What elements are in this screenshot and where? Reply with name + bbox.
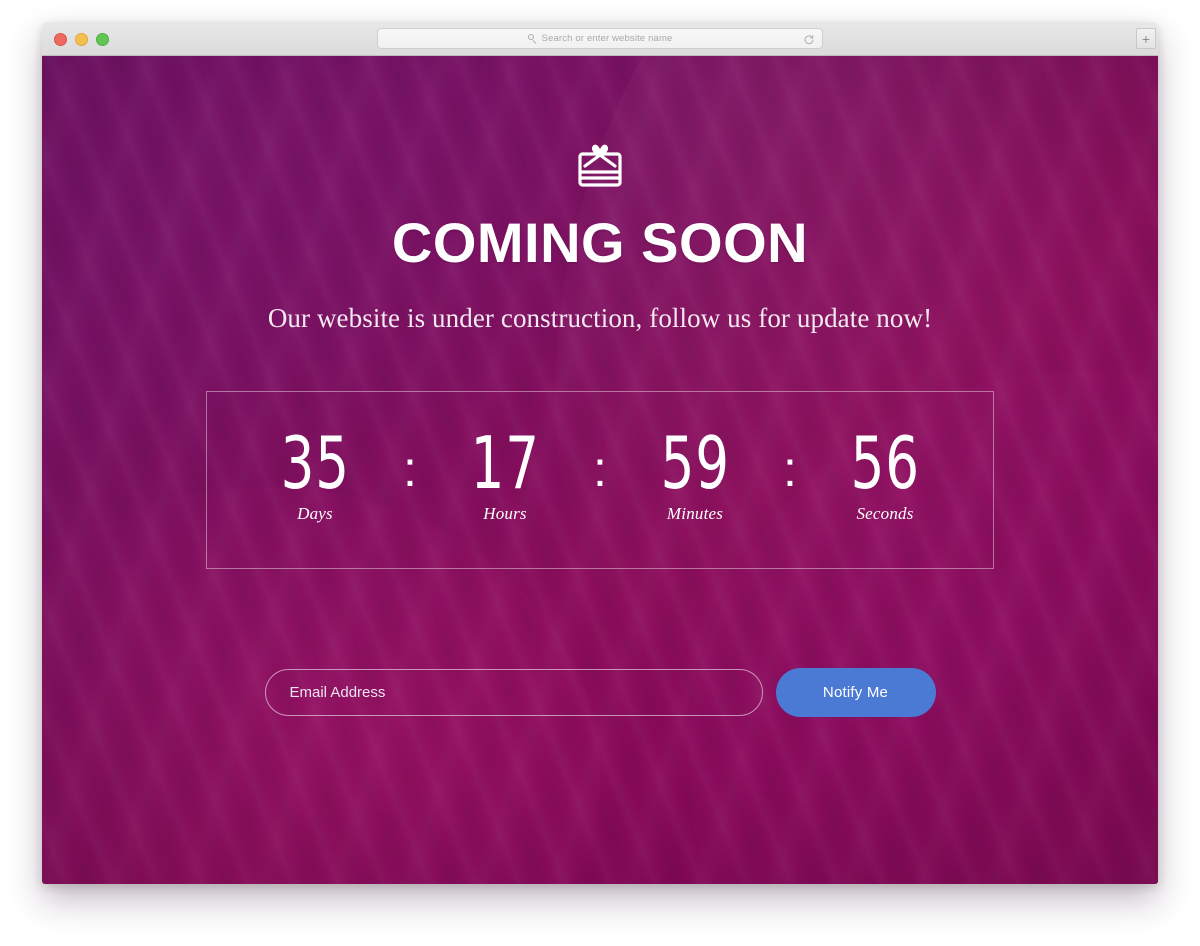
search-icon bbox=[527, 34, 537, 43]
address-bar[interactable]: Search or enter website name bbox=[377, 28, 823, 49]
countdown-separator-2: : bbox=[593, 441, 607, 498]
countdown-minutes-label: Minutes bbox=[666, 503, 724, 523]
countdown-hours-value: 17 bbox=[470, 421, 540, 506]
notify-signup-form: Notify Me bbox=[264, 668, 936, 717]
reload-icon[interactable] bbox=[803, 33, 815, 45]
window-controls bbox=[54, 33, 109, 46]
zoom-window-button[interactable] bbox=[96, 33, 109, 46]
page-subtitle: Our website is under construction, follo… bbox=[267, 303, 933, 333]
browser-window: Search or enter website name + COMING SO… bbox=[42, 22, 1158, 884]
countdown-separator-1: : bbox=[403, 441, 417, 498]
countdown-timer: 35 Days : 17 Hours : 59 Minutes : 56 Sec… bbox=[206, 391, 994, 569]
address-bar-content: Search or enter website name bbox=[527, 33, 673, 44]
browser-titlebar: Search or enter website name + bbox=[42, 22, 1158, 56]
coming-soon-content: COMING SOON Our website is under constru… bbox=[42, 56, 1158, 884]
gift-box-icon bbox=[574, 141, 626, 189]
page-viewport: COMING SOON Our website is under constru… bbox=[42, 56, 1158, 884]
countdown-unit-seconds: 56 Seconds bbox=[812, 421, 958, 523]
close-window-button[interactable] bbox=[54, 33, 67, 46]
new-tab-label: + bbox=[1141, 30, 1151, 47]
countdown-hours-label: Hours bbox=[483, 503, 527, 523]
minimize-window-button[interactable] bbox=[75, 33, 88, 46]
countdown-unit-hours: 17 Hours bbox=[432, 421, 578, 523]
countdown-separator-3: : bbox=[783, 441, 797, 498]
notify-me-button[interactable]: Notify Me bbox=[775, 668, 936, 717]
countdown-minutes-value: 59 bbox=[660, 421, 730, 506]
countdown-days-value: 35 bbox=[280, 421, 350, 506]
countdown-days-label: Days bbox=[297, 503, 333, 523]
email-input[interactable] bbox=[264, 669, 763, 716]
new-tab-button[interactable]: + bbox=[1136, 28, 1156, 49]
countdown-seconds-value: 56 bbox=[850, 421, 920, 506]
address-bar-placeholder: Search or enter website name bbox=[541, 33, 673, 44]
countdown-row: 35 Days : 17 Hours : 59 Minutes : 56 Sec… bbox=[207, 421, 993, 529]
page-title: COMING SOON bbox=[391, 211, 809, 274]
countdown-unit-minutes: 59 Minutes bbox=[622, 421, 768, 523]
countdown-unit-days: 35 Days bbox=[242, 421, 388, 523]
countdown-seconds-label: Seconds bbox=[856, 503, 914, 523]
